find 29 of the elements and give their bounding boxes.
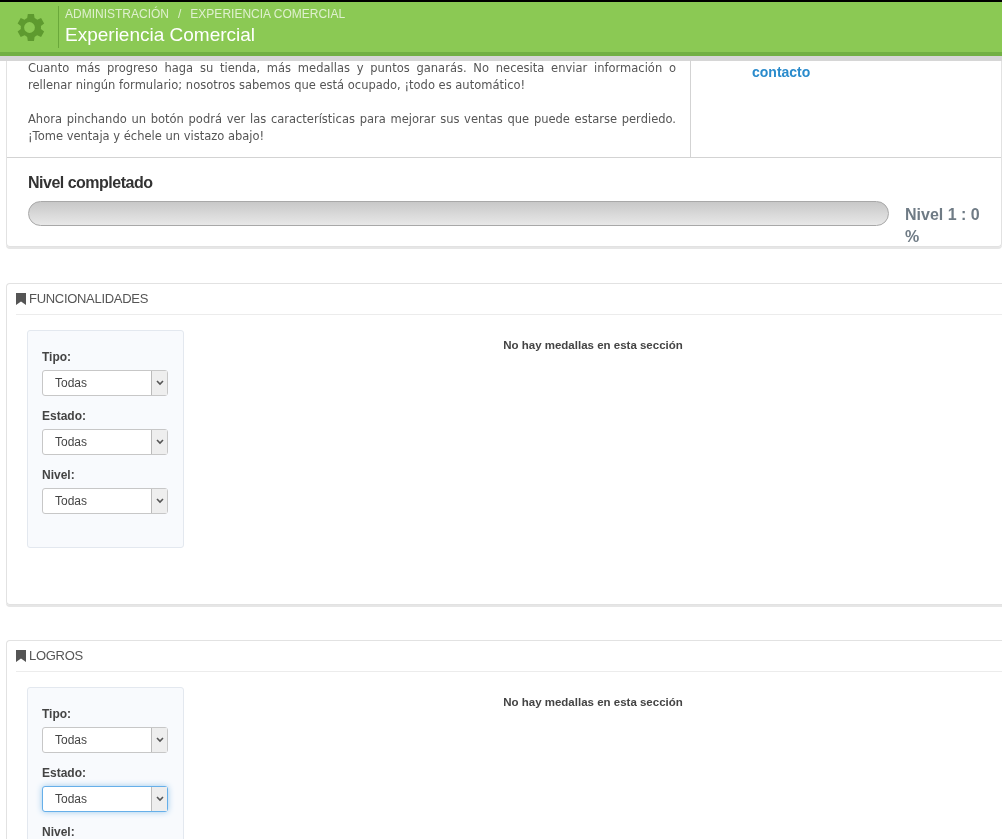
filter-label: Nivel: bbox=[42, 824, 76, 839]
bookmark-icon bbox=[16, 650, 26, 662]
select-field[interactable]: Todas bbox=[42, 727, 168, 753]
chevron-down-icon bbox=[155, 439, 164, 445]
section-title: FUNCIONALIDADES bbox=[29, 290, 149, 309]
chevron-down-icon bbox=[155, 498, 164, 504]
page-title: Experiencia Comercial bbox=[65, 23, 257, 47]
chevron-down-icon bbox=[155, 737, 164, 743]
filter-label: Estado: bbox=[42, 765, 87, 781]
filter-label: Tipo: bbox=[42, 349, 73, 365]
filter-label: Tipo: bbox=[42, 706, 73, 722]
intro-paragraph: Ahora pinchando un botón podrá ver las características para mejorar sus ventas que puede estarse perdiedo. ¡Tome ventaja y échele un vistazo abajo! bbox=[28, 111, 676, 145]
chevron-down-icon bbox=[155, 380, 164, 386]
filter-label: Nivel: bbox=[42, 467, 76, 483]
empty-message: No hay medallas en esta sección bbox=[503, 696, 683, 708]
progress-heading: Nivel completado bbox=[28, 173, 154, 193]
select-field[interactable]: Todas bbox=[42, 488, 168, 514]
breadcrumb-separator: / bbox=[178, 6, 182, 22]
intro-paragraph: Cuanto más progreso haga su tienda, más medallas y puntos ganarás. No necesita enviar información o rellenar ningún formulario; nosotros sabemos que está ocupado, ¡todo es automático! bbox=[28, 60, 676, 94]
level-reading: Nivel 1 : 0 % bbox=[905, 205, 981, 247]
filter-label: Estado: bbox=[42, 408, 87, 424]
chevron-down-icon bbox=[155, 796, 164, 802]
empty-message: No hay medallas en esta sección bbox=[503, 339, 683, 351]
select-field[interactable]: Todas bbox=[42, 370, 168, 396]
contact-link[interactable]: contacto bbox=[752, 64, 811, 80]
select-field[interactable]: Todas bbox=[42, 429, 168, 455]
bookmark-icon bbox=[16, 293, 26, 305]
select-field[interactable]: Todas bbox=[42, 786, 168, 812]
section-title: LOGROS bbox=[29, 647, 83, 666]
